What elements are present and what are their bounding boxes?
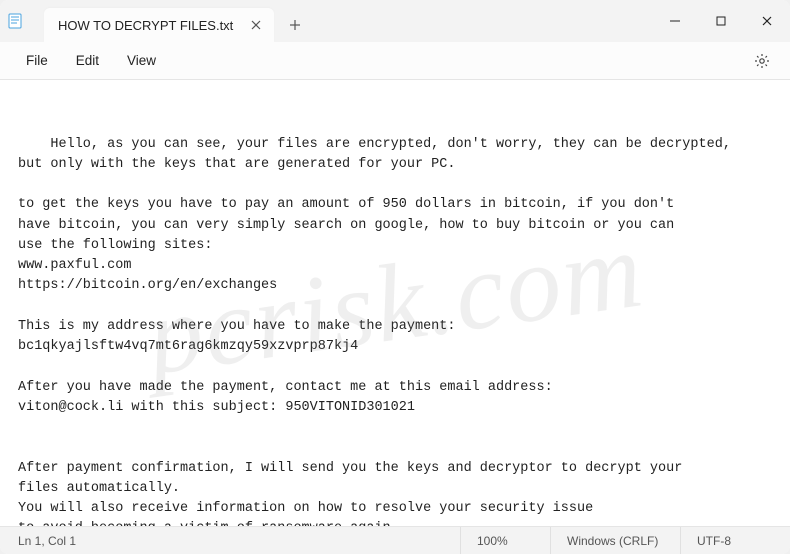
text-area[interactable]: pcrisk.com Hello, as you can see, your f…	[0, 80, 790, 526]
status-eol[interactable]: Windows (CRLF)	[550, 527, 680, 554]
status-zoom[interactable]: 100%	[460, 527, 550, 554]
document-text: Hello, as you can see, your files are en…	[18, 137, 731, 527]
menu-edit[interactable]: Edit	[62, 47, 113, 74]
tab-title: HOW TO DECRYPT FILES.txt	[58, 18, 236, 33]
gear-icon	[754, 53, 770, 69]
maximize-button[interactable]	[698, 0, 744, 42]
tab-strip: HOW TO DECRYPT FILES.txt	[34, 0, 652, 42]
new-tab-button[interactable]	[280, 10, 310, 40]
menu-view[interactable]: View	[113, 47, 170, 74]
menubar: File Edit View	[0, 42, 790, 80]
status-position[interactable]: Ln 1, Col 1	[0, 527, 460, 554]
notepad-window: HOW TO DECRYPT FILES.txt File Edit Vie	[0, 0, 790, 554]
statusbar: Ln 1, Col 1 100% Windows (CRLF) UTF-8	[0, 526, 790, 554]
close-window-button[interactable]	[744, 0, 790, 42]
status-encoding[interactable]: UTF-8	[680, 527, 790, 554]
minimize-button[interactable]	[652, 0, 698, 42]
menu-file[interactable]: File	[12, 47, 62, 74]
window-controls	[652, 0, 790, 42]
notepad-icon	[6, 12, 24, 30]
close-icon[interactable]	[248, 17, 264, 33]
settings-button[interactable]	[746, 45, 778, 77]
tab-active[interactable]: HOW TO DECRYPT FILES.txt	[44, 8, 274, 42]
titlebar: HOW TO DECRYPT FILES.txt	[0, 0, 790, 42]
